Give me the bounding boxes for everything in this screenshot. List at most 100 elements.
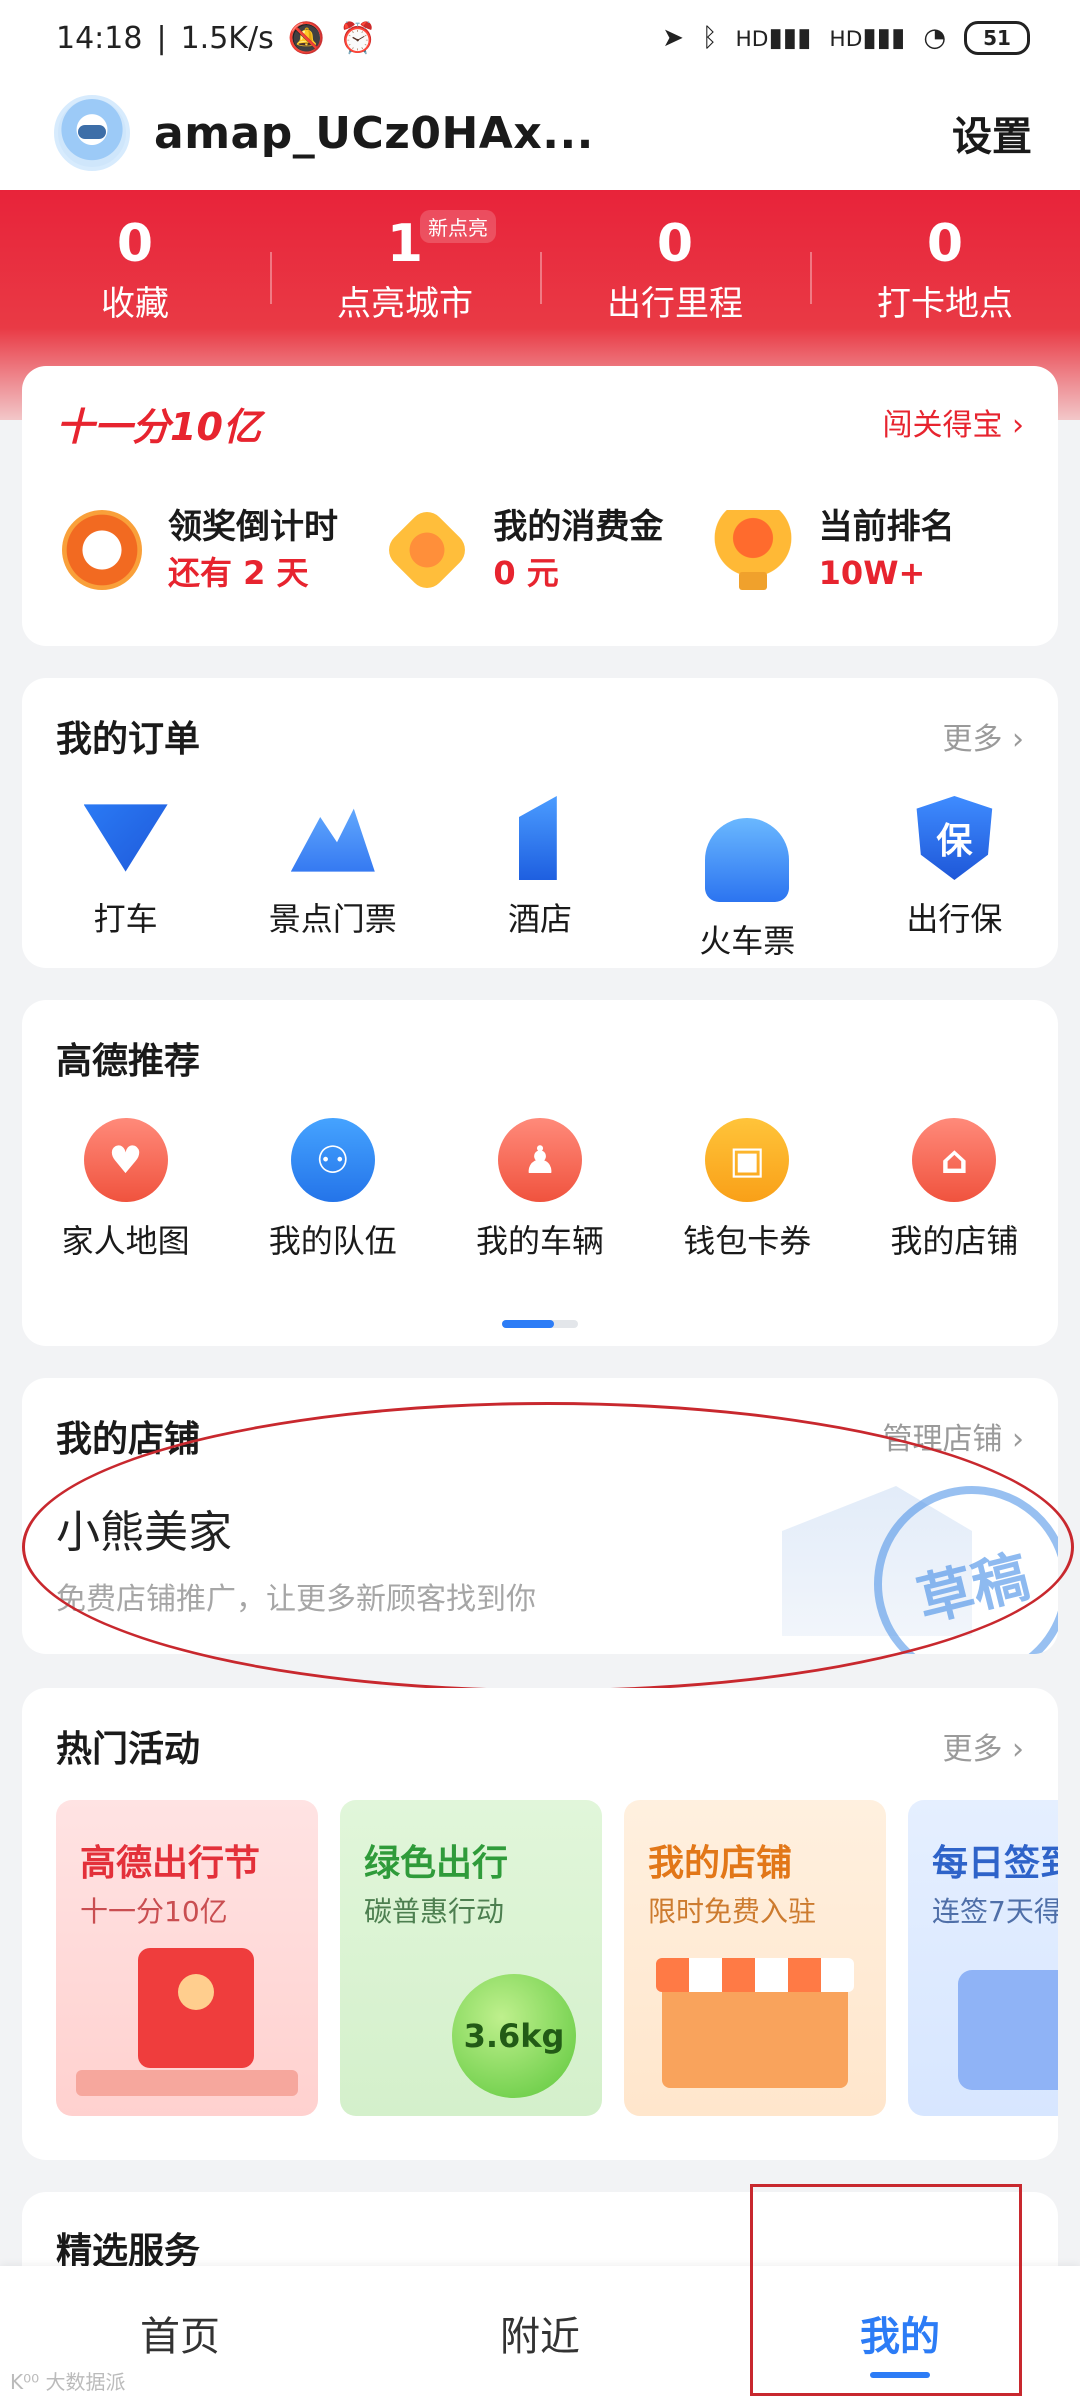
shop-name: 小熊美家 <box>56 1507 232 1558</box>
team-icon: ⚇ <box>290 1118 375 1202</box>
network-speed: 1.5K/s <box>180 20 274 56</box>
location-icon: ➤ <box>662 23 684 53</box>
mountain-ticket-icon <box>290 808 375 872</box>
order-item-tickets[interactable]: 景点门票 <box>229 796 436 962</box>
recommend-item-label: 家人地图 <box>61 1222 190 1260</box>
stat-favorites[interactable]: 0 收藏 <box>0 208 270 370</box>
alarm-clock-icon <box>62 510 142 590</box>
recommend-item-team[interactable]: ⚇ 我的队伍 <box>229 1118 436 1262</box>
section-title: 我的店铺 <box>56 1419 201 1460</box>
activity-card-green-travel[interactable]: 绿色出行 碳普惠行动 3.6kg <box>340 1800 602 2116</box>
promo-item-value: 0 元 <box>493 554 559 592</box>
manage-shop-link[interactable]: 管理店铺 › <box>882 1414 1024 1458</box>
promo-item-title: 领奖倒计时 <box>168 507 338 547</box>
promo-item-rank[interactable]: 当前排名 10W+ <box>712 504 1038 596</box>
avatar[interactable] <box>54 95 130 171</box>
medal-icon <box>382 504 473 596</box>
signal-icon-2: HD▮▮▮ <box>829 23 906 53</box>
activity-title: 我的店铺 <box>648 1843 793 1884</box>
mute-icon: 🔕 <box>287 20 326 56</box>
promo-item-title: 当前排名 <box>818 507 955 547</box>
storefront-icon <box>656 1958 854 2088</box>
bluetooth-icon: ᛒ <box>701 23 718 53</box>
family-heart-icon: ♥ <box>83 1118 168 1202</box>
promo-item-countdown[interactable]: 领奖倒计时 还有 2 天 <box>62 504 387 596</box>
activity-subtitle: 碳普惠行动 <box>364 1895 505 1928</box>
coupon-icon: ▣ <box>705 1118 790 1202</box>
page-indicator <box>502 1320 578 1328</box>
nav-mine[interactable]: 我的 <box>720 2266 1080 2400</box>
order-item-hotel[interactable]: 酒店 <box>436 796 643 962</box>
stat-value: 1 <box>386 214 424 274</box>
store-icon: ⌂ <box>912 1118 997 1202</box>
orders-more-link[interactable]: 更多 › <box>942 714 1024 758</box>
activity-card-daily-checkin[interactable]: 每日签到 连签7天得 <box>908 1800 1058 2116</box>
activity-subtitle: 限时免费入驻 <box>648 1895 817 1928</box>
activities-card: 热门活动 更多 › 高德出行节 十一分10亿 绿色出行 碳普惠行动 3.6kg … <box>22 1688 1058 2160</box>
stat-value: 0 <box>116 214 154 274</box>
section-title: 高德推荐 <box>56 1041 201 1082</box>
username[interactable]: amap_UCz0HAx... <box>154 108 594 159</box>
stat-checkins[interactable]: 0 打卡地点 <box>810 208 1080 370</box>
activity-title: 绿色出行 <box>364 1843 509 1884</box>
promo-card[interactable]: 十一分10亿 闯关得宝 › 领奖倒计时 还有 2 天 我的消费金 0 元 当前排… <box>22 366 1058 646</box>
order-item-label: 酒店 <box>508 900 573 938</box>
activities-more-link[interactable]: 更多 › <box>942 1724 1024 1768</box>
shop-description: 免费店铺推广，让更多新顾客找到你 <box>56 1582 536 1617</box>
order-item-insurance[interactable]: 保 出行保 <box>851 796 1058 962</box>
calendar-icon <box>958 1970 1058 2090</box>
recommend-item-vehicle[interactable]: ♟ 我的车辆 <box>436 1118 643 1262</box>
bottom-nav: 首页 附近 我的 <box>0 2266 1080 2400</box>
activity-subtitle: 十一分10亿 <box>80 1895 228 1928</box>
recommend-item-label: 钱包卡券 <box>683 1222 812 1260</box>
trophy-icon <box>712 510 793 590</box>
stat-lit-cities[interactable]: 新点亮 1 点亮城市 <box>270 208 540 370</box>
clock-time: 14:18 <box>56 20 143 56</box>
activity-title: 每日签到 <box>932 1843 1058 1884</box>
new-badge: 新点亮 <box>420 210 496 243</box>
stat-label: 打卡地点 <box>877 284 1013 324</box>
order-item-taxi[interactable]: 打车 <box>22 796 229 962</box>
order-item-label: 打车 <box>93 900 158 938</box>
section-title: 热门活动 <box>56 1729 201 1770</box>
nav-nearby[interactable]: 附近 <box>360 2266 720 2400</box>
order-item-train[interactable]: 火车票 <box>644 796 851 962</box>
promo-title: 十一分10亿 <box>56 405 261 449</box>
stat-label: 收藏 <box>101 284 169 324</box>
status-bar: 14:18 | 1.5K/s 🔕 ⏰ ➤ ᛒ HD▮▮▮ HD▮▮▮ ◔ 51 <box>0 0 1080 76</box>
stat-value: 0 <box>656 214 694 274</box>
activity-subtitle: 连签7天得 <box>932 1895 1058 1928</box>
shield-icon: 保 <box>916 796 993 880</box>
carbon-ball-icon: 3.6kg <box>452 1974 576 2098</box>
order-item-label: 景点门票 <box>268 900 397 938</box>
recommend-item-family-map[interactable]: ♥ 家人地图 <box>22 1118 229 1262</box>
hotel-icon <box>519 796 557 880</box>
stat-value: 0 <box>926 214 964 274</box>
order-item-label: 火车票 <box>699 922 796 960</box>
activity-title: 高德出行节 <box>80 1843 261 1884</box>
settings-button[interactable]: 设置 <box>952 104 1032 162</box>
activity-card-my-store[interactable]: 我的店铺 限时免费入驻 <box>624 1800 886 2116</box>
recommend-card: 高德推荐 ♥ 家人地图 ⚇ 我的队伍 ♟ 我的车辆 ▣ 钱包卡券 ⌂ 我的店铺 <box>22 1000 1058 1346</box>
promo-item-credit[interactable]: 我的消费金 0 元 <box>382 504 712 596</box>
section-title: 我的订单 <box>56 719 201 760</box>
orders-card: 我的订单 更多 › 打车 景点门票 酒店 火车票 保 出行保 <box>22 678 1058 968</box>
battery-icon: 51 <box>964 21 1030 55</box>
wifi-icon: ◔ <box>923 23 946 53</box>
profile-header: amap_UCz0HAx... 设置 <box>0 76 1080 190</box>
recommend-item-label: 我的店铺 <box>890 1222 1019 1260</box>
promo-item-title: 我的消费金 <box>493 507 664 547</box>
alarm-icon: ⏰ <box>339 20 377 56</box>
recommend-item-store[interactable]: ⌂ 我的店铺 <box>851 1118 1058 1262</box>
draft-stamp-text: 草稿 <box>911 1543 1036 1634</box>
stat-label: 出行里程 <box>607 284 743 324</box>
promo-item-value: 10W+ <box>818 554 926 592</box>
promo-link[interactable]: 闯关得宝 › <box>882 400 1024 444</box>
activity-card-travel-festival[interactable]: 高德出行节 十一分10亿 <box>56 1800 318 2116</box>
recommend-item-wallet[interactable]: ▣ 钱包卡券 <box>644 1118 851 1262</box>
stat-label: 点亮城市 <box>337 284 473 324</box>
taxi-icon <box>83 804 168 872</box>
shop-card[interactable]: 我的店铺 管理店铺 › 小熊美家 免费店铺推广，让更多新顾客找到你 草稿 <box>22 1378 1058 1654</box>
stat-mileage[interactable]: 0 出行里程 <box>540 208 810 370</box>
vehicle-icon: ♟ <box>498 1118 582 1202</box>
